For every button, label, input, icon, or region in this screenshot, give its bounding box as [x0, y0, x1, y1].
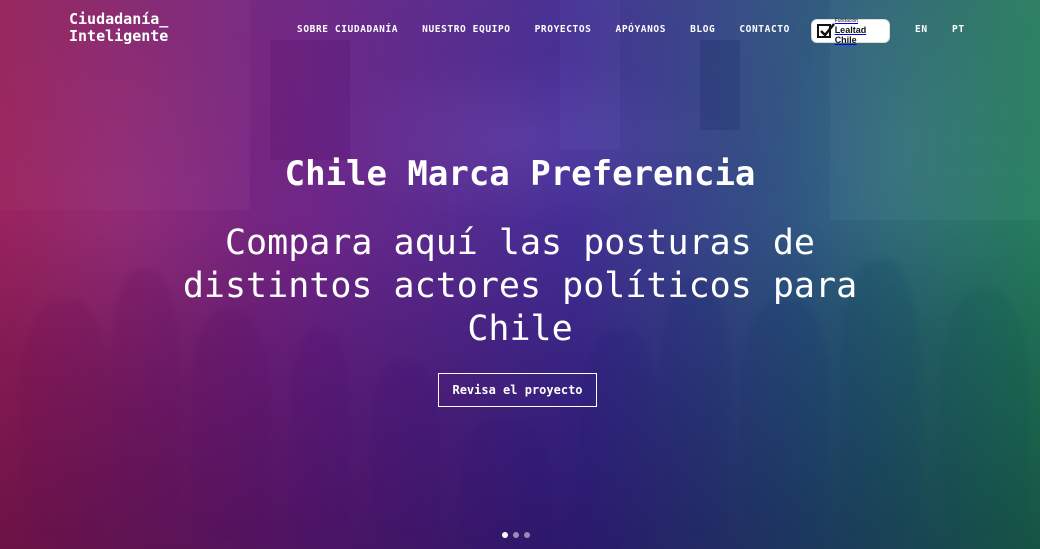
- nav-item-blog[interactable]: BLOG: [690, 24, 715, 35]
- badge-label: Lealtad Chile: [834, 25, 867, 45]
- slider-dot-1[interactable]: [502, 532, 508, 538]
- main-nav: SOBRE CIUDADANÍA NUESTRO EQUIPO PROYECTO…: [297, 24, 814, 35]
- nav-item-contacto[interactable]: CONTACTO: [739, 24, 790, 35]
- nav-item-nuestro-equipo[interactable]: NUESTRO EQUIPO: [422, 24, 510, 35]
- site-logo[interactable]: Ciudadanía_ Inteligente: [69, 11, 168, 45]
- nav-item-sobre-ciudadania[interactable]: SOBRE CIUDADANÍA: [297, 24, 398, 35]
- review-project-button[interactable]: Revisa el proyecto: [438, 373, 597, 407]
- hero-title: Chile Marca Preferencia: [284, 154, 756, 194]
- hero-subtitle: Compara aquí las posturas de distintos a…: [182, 223, 858, 349]
- slider-dots: [502, 532, 530, 538]
- badge-small-text: Fundación: [834, 18, 859, 24]
- nav-item-apoyanos[interactable]: APÓYANOS: [616, 24, 667, 35]
- language-en-link[interactable]: EN: [915, 24, 928, 35]
- hero-section: Ciudadanía_ Inteligente SOBRE CIUDADANÍA…: [0, 0, 1040, 549]
- slider-dot-3[interactable]: [524, 532, 530, 538]
- lealtad-chile-badge[interactable]: Fundación Lealtad Chile: [811, 17, 890, 45]
- slider-dot-2[interactable]: [513, 532, 519, 538]
- language-pt-link[interactable]: PT: [952, 24, 965, 35]
- logo-line-1: Ciudadanía_: [69, 10, 169, 28]
- nav-item-proyectos[interactable]: PROYECTOS: [535, 24, 592, 35]
- checkmark-icon: [817, 23, 835, 38]
- logo-line-2: Inteligente: [69, 27, 169, 45]
- badge-text: Fundación Lealtad Chile: [835, 17, 889, 45]
